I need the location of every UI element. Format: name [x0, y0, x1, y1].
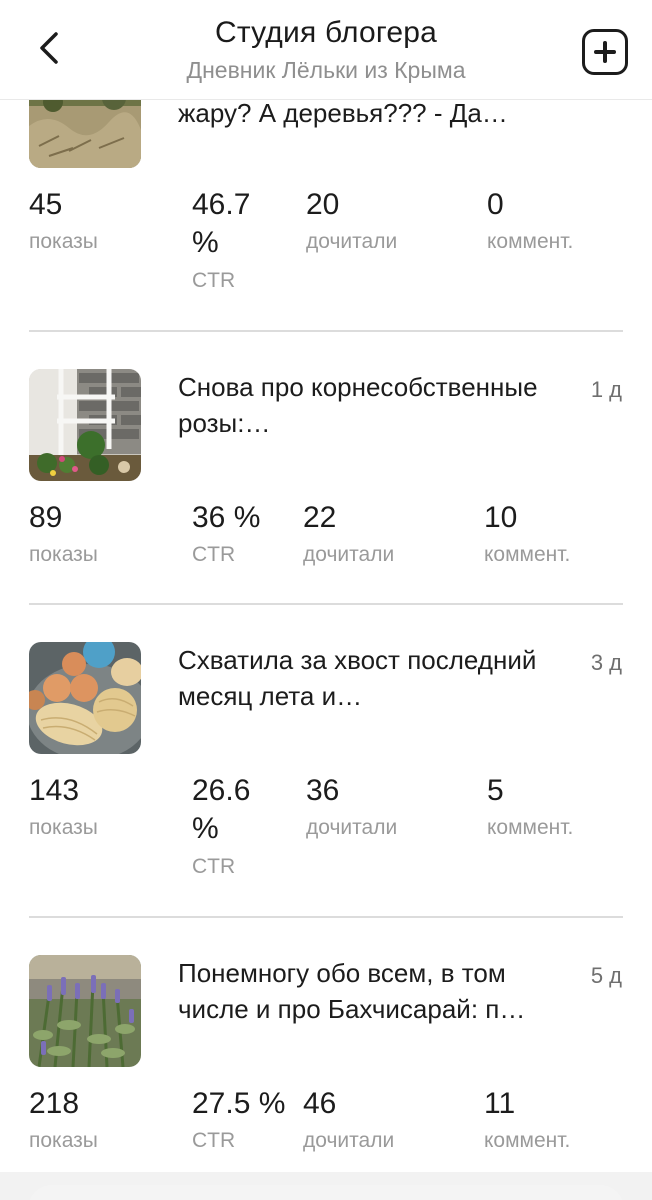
- ctr-value: 27.5 %: [192, 1087, 286, 1120]
- comments-value: 5: [487, 774, 504, 807]
- views-value: 45: [29, 188, 63, 221]
- comments-label: коммент.: [484, 543, 571, 566]
- post-title[interactable]: Снова про корнесобственные розы:…: [178, 369, 568, 441]
- post-divider: [29, 330, 623, 332]
- comments-value: 11: [484, 1087, 516, 1120]
- views-value: 218: [29, 1087, 80, 1120]
- post-title[interactable]: Схватила за хвост последний месяц лета и…: [178, 642, 568, 714]
- post-title[interactable]: жару? А деревья??? - Да…: [178, 95, 568, 131]
- ctr-value: 26.6 %: [192, 774, 251, 845]
- views-value: 89: [29, 501, 63, 534]
- post-age: 1 д: [590, 377, 622, 402]
- ctr-value: 36 %: [192, 501, 261, 534]
- comments-label: коммент.: [487, 816, 574, 839]
- views-label: показы: [29, 1129, 98, 1152]
- comments-label: коммент.: [487, 230, 574, 253]
- reads-label: дочитали: [306, 816, 398, 839]
- views-label: показы: [29, 543, 98, 566]
- post-age: 5 д: [590, 963, 622, 988]
- post-age: 3 д: [590, 650, 622, 675]
- ctr-label: CTR: [192, 269, 236, 292]
- reads-label: дочитали: [303, 543, 395, 566]
- ctr-label: CTR: [192, 543, 236, 566]
- add-post-button[interactable]: [582, 29, 628, 75]
- post-divider: [29, 603, 623, 605]
- comments-value: 0: [487, 188, 504, 221]
- views-label: показы: [29, 230, 98, 253]
- ctr-label: CTR: [192, 1129, 236, 1152]
- post-title[interactable]: Понемногу обо всем, в том числе и про Ба…: [178, 955, 568, 1027]
- reads-value: 36: [306, 774, 340, 807]
- bottom-panel[interactable]: [28, 1185, 624, 1200]
- blogger-studio-screen: жару? А деревья??? - Да… 45 показы 46.7 …: [0, 0, 652, 1200]
- post-thumbnail[interactable]: [29, 369, 141, 481]
- ctr-value: 46.7 %: [192, 188, 251, 259]
- reads-label: дочитали: [306, 230, 398, 253]
- reads-label: дочитали: [303, 1129, 395, 1152]
- post-thumbnail[interactable]: [29, 955, 141, 1067]
- reads-value: 20: [306, 188, 340, 221]
- page-title: Студия блогера: [214, 16, 438, 49]
- app-header: Студия блогера Дневник Лёльки из Крыма: [0, 0, 652, 100]
- views-label: показы: [29, 816, 98, 839]
- reads-value: 46: [303, 1087, 337, 1120]
- reads-value: 22: [303, 501, 337, 534]
- post-divider: [29, 916, 623, 918]
- channel-name: Дневник Лёльки из Крыма: [186, 57, 466, 83]
- comments-label: коммент.: [484, 1129, 571, 1152]
- views-value: 143: [29, 774, 80, 807]
- post-thumbnail[interactable]: [29, 642, 141, 754]
- ctr-label: CTR: [192, 855, 236, 878]
- comments-value: 10: [484, 501, 518, 534]
